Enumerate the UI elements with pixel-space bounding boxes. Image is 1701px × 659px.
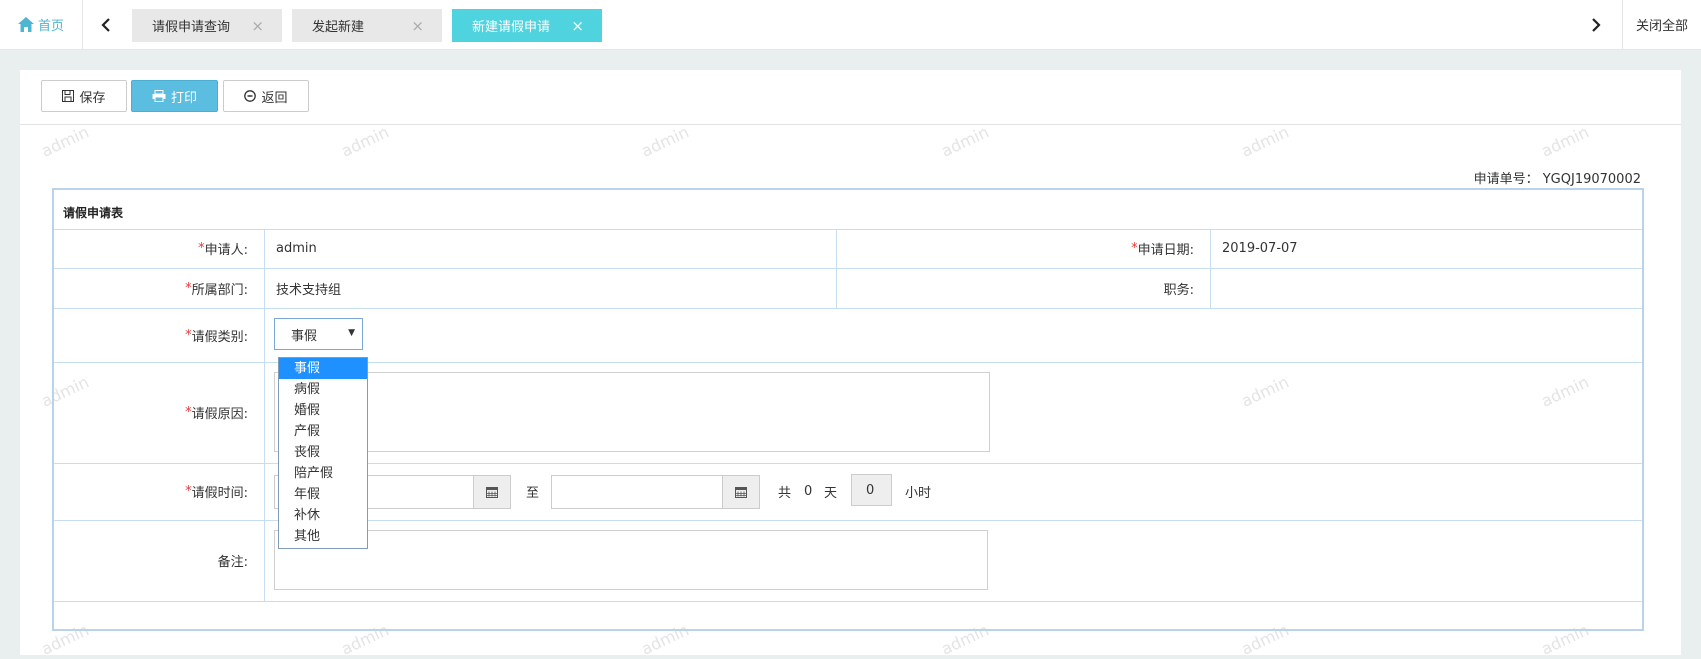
remark-label: 备注: [217, 555, 248, 570]
divider [264, 463, 265, 520]
dropdown-option[interactable]: 事假 [279, 358, 367, 379]
applicant-label: * 申请人: [198, 241, 248, 258]
to-label: 至 [526, 486, 540, 501]
dropdown-option[interactable]: 年假 [279, 484, 367, 505]
department-row: * 所属部门: 技术支持组 职务: [54, 268, 1642, 309]
close-icon[interactable]: × [571, 17, 584, 35]
back-label: 返回 [261, 90, 288, 106]
dropdown-option[interactable]: 其他 [279, 526, 367, 547]
department-value: 技术支持组 [276, 282, 342, 298]
form-title-row: 请假申请表 [54, 190, 1642, 230]
print-label: 打印 [170, 90, 197, 106]
applicant-value: admin [276, 241, 317, 256]
close-icon[interactable]: × [251, 17, 264, 35]
end-calendar-button[interactable] [722, 475, 760, 509]
total-prefix: 共 [778, 486, 792, 501]
form-title: 请假申请表 [63, 206, 124, 220]
tab-scroll-right-button[interactable] [1574, 0, 1618, 49]
end-time-input[interactable] [551, 475, 723, 509]
tab-new-leave-request[interactable]: 新建请假申请 × [452, 9, 602, 42]
divider [264, 308, 265, 362]
save-label: 保存 [79, 90, 106, 106]
dropdown-option[interactable]: 补休 [279, 505, 367, 526]
applicant-row: * 申请人: admin * 申请日期: 2019-07-07 [54, 229, 1642, 269]
position-label: 职务: [1163, 282, 1194, 298]
divider [1210, 268, 1211, 308]
tab-label: 发起新建 [312, 20, 365, 35]
divider [264, 362, 265, 463]
dropdown-option[interactable]: 陪产假 [279, 463, 367, 484]
watermark: admin [38, 122, 92, 161]
days-value: 0 [804, 484, 813, 499]
reason-label: * 请假原因: [185, 405, 248, 422]
days-unit: 天 [824, 486, 838, 501]
dropdown-option[interactable]: 产假 [279, 421, 367, 442]
back-circle-icon [244, 90, 257, 102]
calendar-icon [486, 487, 498, 498]
chevron-left-icon [101, 17, 110, 32]
reason-textarea[interactable] [274, 372, 990, 452]
save-button[interactable]: 保存 [41, 80, 127, 112]
divider [264, 268, 265, 308]
dropdown-option[interactable]: 病假 [279, 379, 367, 400]
tab-label: 请假申请查询 [152, 20, 231, 35]
dropdown-option[interactable]: 婚假 [279, 400, 367, 421]
main-card: 保存 打印 返回 admin admin admin admin admin a… [20, 70, 1681, 659]
save-icon [62, 90, 75, 102]
hours-input[interactable]: 0 [851, 474, 892, 506]
divider [264, 520, 265, 601]
tab-leave-query[interactable]: 请假申请查询 × [132, 9, 282, 42]
divider [264, 229, 265, 268]
home-icon [17, 17, 34, 32]
leave-type-label: * 请假类别: [185, 327, 248, 345]
application-number: 申请单号： YGQJ19070002 [1473, 172, 1641, 187]
divider [1210, 229, 1211, 268]
tab-new-initiate[interactable]: 发起新建 × [292, 9, 442, 42]
leave-type-select[interactable]: 事假 ▼ [274, 318, 363, 350]
dropdown-option[interactable]: 丧假 [279, 442, 367, 463]
close-all-button[interactable]: 关闭全部 [1622, 0, 1701, 49]
apply-date-label: * 申请日期: [1131, 241, 1194, 258]
calendar-icon [735, 487, 747, 498]
back-button[interactable]: 返回 [223, 80, 309, 112]
watermark: admin [938, 122, 992, 161]
apply-date-value: 2019-07-07 [1222, 241, 1298, 256]
leave-time-label: * 请假时间: [185, 484, 248, 501]
print-button[interactable]: 打印 [131, 80, 218, 112]
watermark: admin [1538, 122, 1592, 161]
leave-type-row: * 请假类别: 事假 ▼ [54, 308, 1642, 363]
tab-label: 新建请假申请 [472, 20, 551, 35]
home-label: 首页 [37, 19, 64, 34]
close-icon[interactable]: × [411, 17, 424, 35]
home-tab[interactable]: 首页 [0, 0, 83, 49]
watermark: admin [638, 122, 692, 161]
watermark: admin [338, 122, 392, 161]
caret-down-icon: ▼ [348, 328, 355, 338]
tab-scroll-left-button[interactable] [84, 0, 128, 49]
tab-bar: 首页 请假申请查询 × 发起新建 × 新建请假申请 × 关闭全部 [0, 0, 1701, 50]
hours-unit: 小时 [905, 486, 932, 501]
department-label: * 所属部门: [185, 280, 248, 298]
toolbar: 保存 打印 返回 [20, 70, 1681, 125]
leave-type-selected: 事假 [291, 328, 318, 344]
watermark: admin [1238, 122, 1292, 161]
print-icon [152, 90, 166, 102]
chevron-right-icon [1592, 17, 1601, 32]
start-calendar-button[interactable] [473, 475, 511, 509]
remark-textarea[interactable] [274, 530, 988, 590]
leave-type-dropdown-list[interactable]: 事假 病假 婚假 产假 丧假 陪产假 年假 补休 其他 [278, 357, 368, 549]
